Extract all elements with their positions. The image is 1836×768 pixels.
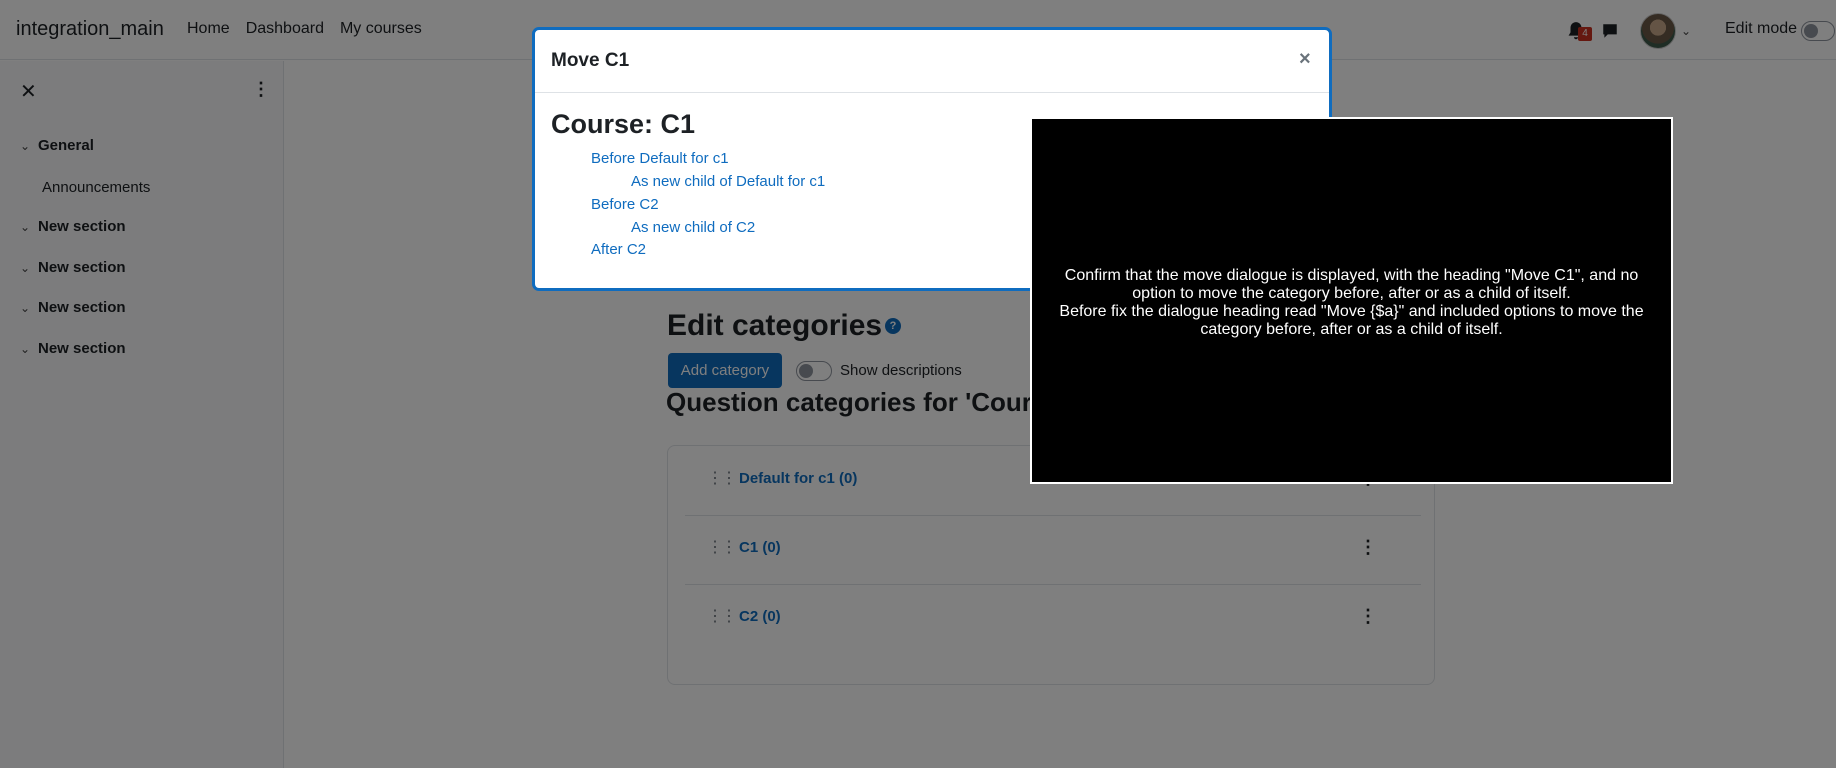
move-after-c2[interactable]: After C2: [591, 241, 646, 258]
move-before-default[interactable]: Before Default for c1: [591, 150, 729, 167]
instruction-line-2: Before fix the dialogue heading read "Mo…: [1059, 303, 1644, 338]
move-child-of-default[interactable]: As new child of Default for c1: [631, 173, 825, 190]
close-icon[interactable]: ×: [1299, 48, 1311, 71]
test-instructions-overlay: Confirm that the move dialogue is displa…: [1030, 117, 1673, 484]
modal-header: Move C1 ×: [535, 30, 1329, 93]
instruction-line-1: Confirm that the move dialogue is displa…: [1064, 267, 1639, 302]
instructions-text: Confirm that the move dialogue is displa…: [1052, 267, 1651, 339]
move-child-of-c2[interactable]: As new child of C2: [631, 219, 755, 236]
move-before-c2[interactable]: Before C2: [591, 196, 659, 213]
course-title: Course: C1: [551, 109, 696, 139]
modal-title: Move C1: [551, 50, 630, 71]
